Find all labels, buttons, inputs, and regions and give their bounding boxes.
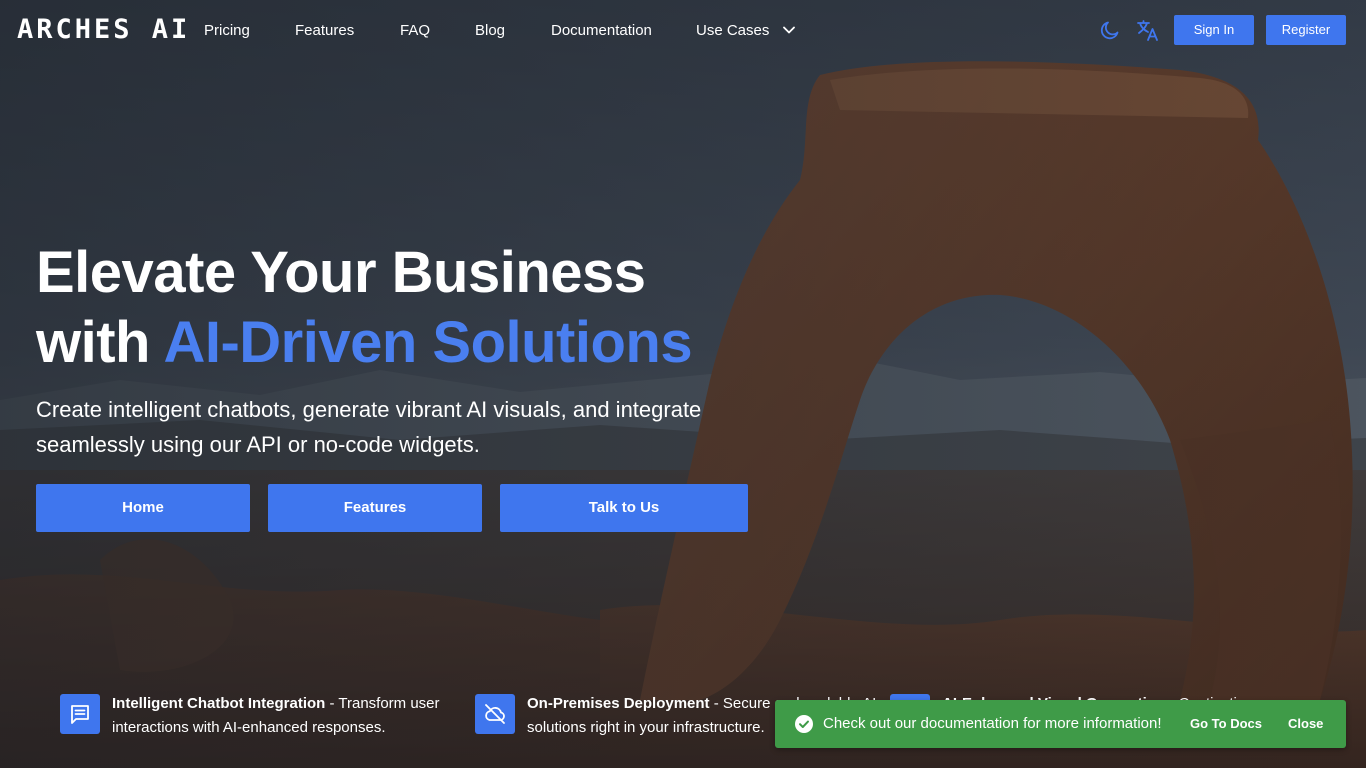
- translate-icon[interactable]: [1136, 18, 1160, 42]
- register-button[interactable]: Register: [1266, 15, 1346, 45]
- nav-item-pricing[interactable]: Pricing: [204, 20, 250, 42]
- feature-separator: -: [325, 695, 339, 712]
- feature-on-premises-title: On-Premises Deployment: [527, 695, 710, 712]
- nav-item-documentation[interactable]: Documentation: [551, 20, 652, 42]
- landing-page: ARCHES AI Pricing Features FAQ Blog Docu…: [0, 0, 1366, 768]
- feature-separator: -: [709, 695, 723, 712]
- feature-chatbot-description-1: Transform user: [338, 695, 440, 712]
- brand-logo[interactable]: ARCHES AI: [17, 14, 190, 46]
- header-actions: Sign In Register: [1098, 15, 1348, 45]
- hero-section: Elevate Your Business with AI-Driven Sol…: [36, 238, 796, 462]
- feature-on-premises-description-2: solutions right in your infrastructure.: [527, 719, 765, 736]
- features-button[interactable]: Features: [268, 484, 482, 532]
- talk-to-us-button[interactable]: Talk to Us: [500, 484, 748, 532]
- nav-item-features[interactable]: Features: [295, 20, 354, 42]
- close-toast-button[interactable]: Close: [1288, 700, 1323, 748]
- sign-in-button[interactable]: Sign In: [1174, 15, 1254, 45]
- toast-message: Check out our documentation for more inf…: [823, 715, 1162, 732]
- feature-chatbot-title: Intelligent Chatbot Integration: [112, 695, 326, 712]
- nav-item-use-cases[interactable]: Use Cases: [696, 20, 795, 42]
- home-button[interactable]: Home: [36, 484, 250, 532]
- hero-title-accent: AI-Driven Solutions: [163, 310, 693, 375]
- documentation-toast: Check out our documentation for more inf…: [775, 700, 1346, 748]
- nav-item-blog[interactable]: Blog: [475, 20, 505, 42]
- chat-icon: [60, 694, 100, 734]
- go-to-docs-button[interactable]: Go To Docs: [1190, 700, 1262, 748]
- chevron-down-icon: [782, 19, 795, 41]
- hero-subtitle: Create intelligent chatbots, generate vi…: [36, 397, 702, 457]
- nav-item-use-cases-label: Use Cases: [696, 22, 770, 39]
- feature-chatbot-text: Intelligent Chatbot Integration - Transf…: [112, 692, 440, 740]
- top-navigation-bar: ARCHES AI Pricing Features FAQ Blog Docu…: [0, 0, 1366, 62]
- feature-chatbot-description-2: interactions with AI-enhanced responses.: [112, 719, 386, 736]
- check-circle-icon: [795, 715, 813, 738]
- cloud-off-icon: [475, 694, 515, 734]
- nav-item-faq[interactable]: FAQ: [400, 20, 430, 42]
- hero-title-line2-prefix: with: [36, 310, 164, 375]
- hero-title: Elevate Your Business with AI-Driven Sol…: [36, 238, 796, 378]
- feature-chatbot: Intelligent Chatbot Integration - Transf…: [60, 692, 460, 752]
- hero-title-line1: Elevate Your Business: [36, 240, 646, 305]
- moon-icon[interactable]: [1098, 18, 1122, 42]
